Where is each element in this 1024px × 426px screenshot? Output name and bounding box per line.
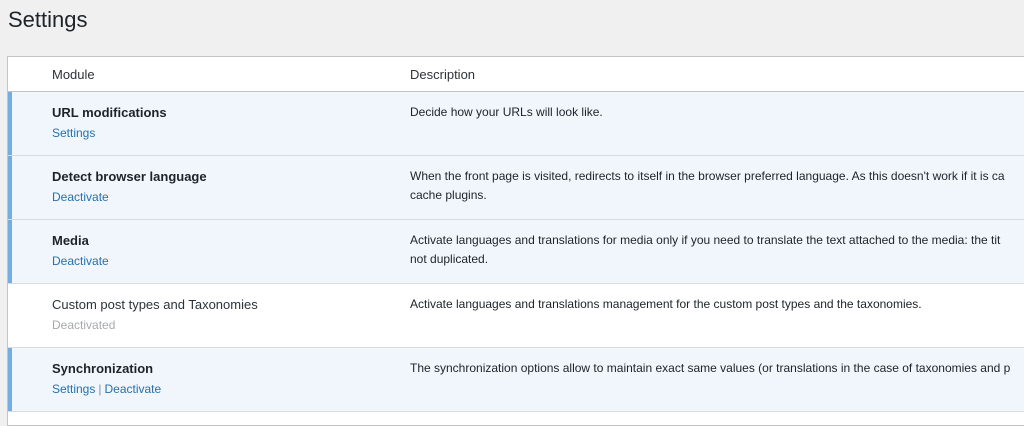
deactivated-status: Deactivated [52,318,116,332]
table-row: Media Deactivate Activate languages and … [8,220,1024,284]
table-row: URL modifications Settings Decide how yo… [8,92,1024,156]
deactivate-link[interactable]: Deactivate [104,382,161,396]
table-row: Custom post types and Taxonomies Deactiv… [8,284,1024,348]
description-line: The synchronization options allow to mai… [410,361,1011,375]
module-description: When the front page is visited, redirect… [410,167,1024,205]
table-header: Module Description [8,57,1024,92]
module-description: Decide how your URLs will look like. [410,103,1024,122]
module-name: Detect browser language [52,169,207,184]
row-actions: Settings | Deactivate [52,381,161,397]
description-line: Activate languages and translations mana… [410,297,922,311]
modules-table: Module Description URL modifications Set… [7,56,1024,426]
description-line: cache plugins. [410,188,487,202]
page-title: Settings [8,7,88,32]
description-line: Decide how your URLs will look like. [410,105,603,119]
module-name: Custom post types and Taxonomies [52,297,258,312]
description-line: When the front page is visited, redirect… [410,169,1005,183]
row-actions: Deactivated [52,317,115,333]
settings-link[interactable]: Settings [52,126,95,140]
column-header-module: Module [52,67,95,82]
settings-link[interactable]: Settings [52,382,95,396]
deactivate-link[interactable]: Deactivate [52,190,109,204]
row-actions: Settings [52,125,95,141]
description-line: not duplicated. [410,252,489,266]
row-actions: Deactivate [52,253,109,269]
table-row: Synchronization Settings | Deactivate The … [8,348,1024,412]
column-header-description: Description [410,67,476,82]
module-description: Activate languages and translations mana… [410,295,1024,314]
deactivate-link[interactable]: Deactivate [52,254,109,268]
module-description: The synchronization options allow to mai… [410,359,1024,378]
description-line: Activate languages and translations for … [410,233,1001,247]
module-name: Media [52,233,89,248]
module-description: Activate languages and translations for … [410,231,1024,269]
row-actions: Deactivate [52,189,109,205]
table-row: Detect browser language Deactivate When … [8,156,1024,220]
module-name: URL modifications [52,105,167,120]
module-name: Synchronization [52,361,154,376]
